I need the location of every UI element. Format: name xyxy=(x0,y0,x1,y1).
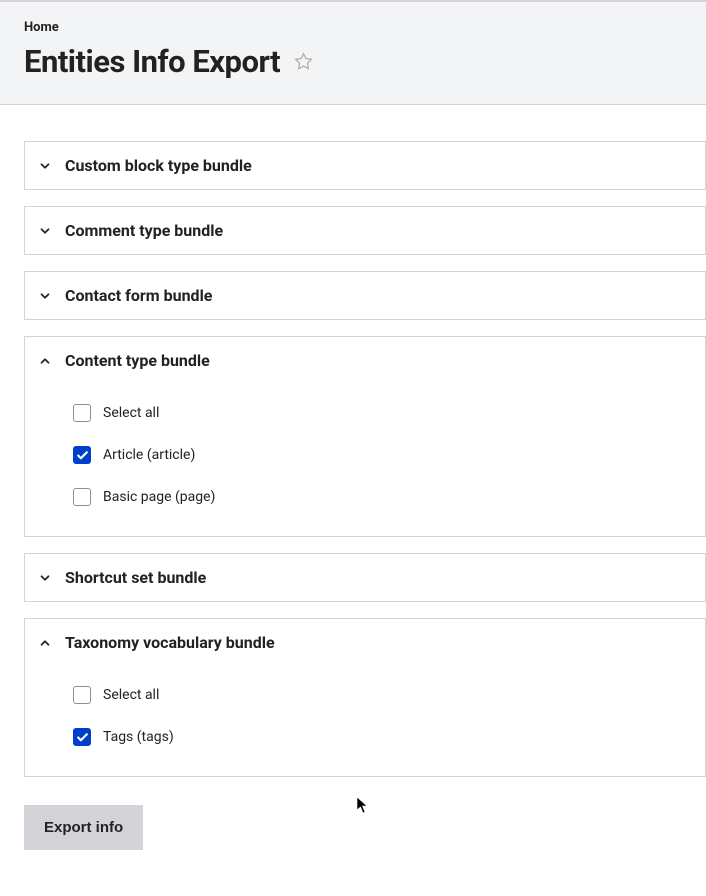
bundle-title: Shortcut set bundle xyxy=(65,568,206,587)
chevron-down-icon xyxy=(37,570,53,586)
bundle-header-taxonomy-vocabulary[interactable]: Taxonomy vocabulary bundle xyxy=(25,619,705,666)
option-basic-page: Basic page (page) xyxy=(73,476,693,518)
checkbox-article[interactable] xyxy=(73,446,91,464)
bundle-title: Comment type bundle xyxy=(65,221,223,240)
option-label: Tags (tags) xyxy=(103,729,174,745)
option-select-all: Select all xyxy=(73,392,693,434)
option-label: Select all xyxy=(103,405,159,421)
bundle-header-content-type[interactable]: Content type bundle xyxy=(25,337,705,384)
title-row: Entities Info Export xyxy=(24,43,682,80)
bundle-header-custom-block-type[interactable]: Custom block type bundle xyxy=(25,142,705,189)
option-label: Basic page (page) xyxy=(103,489,215,505)
page-header: Home Entities Info Export xyxy=(0,0,706,105)
bundle-shortcut-set: Shortcut set bundle xyxy=(24,553,706,602)
option-select-all-taxonomy: Select all xyxy=(73,674,693,716)
bundle-title: Contact form bundle xyxy=(65,286,212,305)
bundle-taxonomy-vocabulary: Taxonomy vocabulary bundle Select all Ta… xyxy=(24,618,706,777)
bundle-body-taxonomy: Select all Tags (tags) xyxy=(25,666,705,776)
bundle-title: Content type bundle xyxy=(65,351,210,370)
content-area: Custom block type bundle Comment type bu… xyxy=(0,105,706,874)
bundle-title: Custom block type bundle xyxy=(65,156,252,175)
option-article: Article (article) xyxy=(73,434,693,476)
checkbox-tags[interactable] xyxy=(73,728,91,746)
bundle-header-contact-form[interactable]: Contact form bundle xyxy=(25,272,705,319)
star-icon[interactable] xyxy=(294,52,313,71)
bundle-header-shortcut-set[interactable]: Shortcut set bundle xyxy=(25,554,705,601)
bundle-comment-type: Comment type bundle xyxy=(24,206,706,255)
bundle-header-comment-type[interactable]: Comment type bundle xyxy=(25,207,705,254)
chevron-up-icon xyxy=(37,353,53,369)
option-label: Select all xyxy=(103,687,159,703)
bundle-body-content-type: Select all Article (article) Basic page … xyxy=(25,384,705,536)
chevron-down-icon xyxy=(37,158,53,174)
bundle-custom-block-type: Custom block type bundle xyxy=(24,141,706,190)
chevron-down-icon xyxy=(37,288,53,304)
bundle-contact-form: Contact form bundle xyxy=(24,271,706,320)
option-tags: Tags (tags) xyxy=(73,716,693,758)
bundle-content-type: Content type bundle Select all Article (… xyxy=(24,336,706,537)
page-title: Entities Info Export xyxy=(24,43,280,80)
breadcrumb: Home xyxy=(24,20,682,35)
checkbox-basic-page[interactable] xyxy=(73,488,91,506)
chevron-up-icon xyxy=(37,635,53,651)
actions-row: Export info xyxy=(24,793,706,850)
export-info-button[interactable]: Export info xyxy=(24,805,143,850)
breadcrumb-home[interactable]: Home xyxy=(24,20,59,35)
checkbox-select-all-taxonomy[interactable] xyxy=(73,686,91,704)
option-label: Article (article) xyxy=(103,447,195,463)
chevron-down-icon xyxy=(37,223,53,239)
bundle-title: Taxonomy vocabulary bundle xyxy=(65,633,275,652)
checkbox-select-all[interactable] xyxy=(73,404,91,422)
